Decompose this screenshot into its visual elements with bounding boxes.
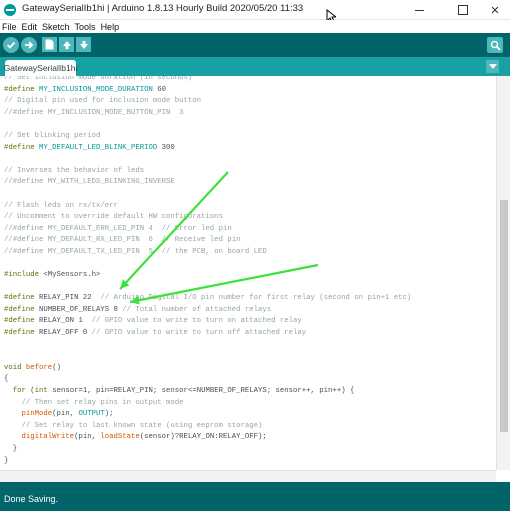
tab-menu-chevron-down-icon[interactable] (486, 60, 499, 73)
close-icon[interactable]: ✕ (478, 0, 510, 20)
new-icon[interactable] (42, 37, 57, 52)
code-line[interactable]: pinMode(pin, OUTPUT); (4, 409, 411, 421)
code-line[interactable]: #define MY_DEFAULT_LED_BLINK_PERIOD 300 (4, 143, 411, 155)
code-line[interactable]: // Then set relay pins in output mode (4, 398, 411, 410)
code-line[interactable]: } (4, 456, 411, 468)
code-line[interactable]: //#define MY_DEFAULT_TX_LED_PIN 5 // the… (4, 247, 411, 259)
code-line[interactable]: // Inverses the behavior of leds (4, 166, 411, 178)
menu-sketch[interactable]: Sketch (42, 22, 70, 32)
code-line[interactable]: ​ (4, 340, 411, 352)
code-text[interactable]: // Set inclusion mode duration (in secon… (4, 76, 411, 470)
title-bar: GatewaySerialIb1hi | Arduino 1.8.13 Hour… (0, 0, 510, 20)
code-line[interactable]: // Flash leds on rx/tx/err (4, 201, 411, 213)
window-title: GatewaySerialIb1hi | Arduino 1.8.13 Hour… (22, 3, 304, 14)
code-line[interactable]: // Uncomment to override default HW conf… (4, 212, 411, 224)
code-line[interactable]: ​ (4, 119, 411, 131)
code-line[interactable]: ​ (4, 189, 411, 201)
code-line[interactable]: // Set inclusion mode duration (in secon… (4, 76, 411, 85)
status-bar: Done Saving. (0, 482, 510, 511)
code-line[interactable]: // Set blinking period (4, 131, 411, 143)
horizontal-scrollbar[interactable] (0, 470, 496, 482)
code-editor[interactable]: // Set inclusion mode duration (in secon… (0, 76, 496, 470)
minimize-icon[interactable] (402, 0, 436, 20)
status-message: Done Saving. (4, 494, 59, 504)
arduino-app-icon (4, 4, 16, 16)
code-line[interactable]: ​ (4, 282, 411, 294)
menu-edit[interactable]: Edit (22, 22, 38, 32)
maximize-icon[interactable] (446, 0, 480, 20)
upload-icon[interactable] (21, 37, 37, 53)
code-line[interactable]: ​ (4, 351, 411, 363)
code-line[interactable]: digitalWrite(pin, loadState(sensor)?RELA… (4, 432, 411, 444)
code-line[interactable]: #define MY_INCLUSION_MODE_DURATION 60 (4, 85, 411, 97)
scrollbar-thumb[interactable] (500, 200, 508, 432)
menu-bar: File Edit Sketch Tools Help (0, 20, 510, 33)
code-line[interactable]: } (4, 444, 411, 456)
serial-monitor-icon[interactable] (487, 37, 503, 53)
menu-tools[interactable]: Tools (75, 22, 96, 32)
code-line[interactable]: // Digital pin used for inclusion mode b… (4, 96, 411, 108)
tab-gatewayserial[interactable]: GatewaySerialIb1hi (4, 60, 77, 76)
code-line[interactable]: #define RELAY_OFF 0 // GPIO value to wri… (4, 328, 411, 340)
code-line[interactable]: #define RELAY_PIN 22 // Arduino Digital … (4, 293, 411, 305)
code-line[interactable]: for (int sensor=1, pin=RELAY_PIN; sensor… (4, 386, 411, 398)
open-icon[interactable] (59, 37, 74, 52)
code-line[interactable]: ​ (4, 154, 411, 166)
tab-bar: GatewaySerialIb1hi (0, 57, 510, 76)
code-line[interactable]: //#define MY_DEFAULT_ERR_LED_PIN 4 // Er… (4, 224, 411, 236)
verify-icon[interactable] (3, 37, 19, 53)
vertical-scrollbar[interactable] (496, 76, 510, 470)
code-line[interactable]: ​ (4, 259, 411, 271)
menu-help[interactable]: Help (101, 22, 120, 32)
code-line[interactable]: //#define MY_DEFAULT_RX_LED_PIN 6 // Rec… (4, 235, 411, 247)
menu-file[interactable]: File (2, 22, 17, 32)
toolbar (0, 33, 510, 57)
code-line[interactable]: #define NUMBER_OF_RELAYS 8 // Total numb… (4, 305, 411, 317)
code-line[interactable]: //#define MY_INCLUSION_MODE_BUTTON_PIN 3 (4, 108, 411, 120)
code-line[interactable]: { (4, 374, 411, 386)
code-line[interactable]: // Set relay to last known state (using … (4, 421, 411, 433)
code-line[interactable]: #include <MySensors.h> (4, 270, 411, 282)
code-line[interactable]: //#define MY_WITH_LEDS_BLINKING_INVERSE (4, 177, 411, 189)
save-icon[interactable] (76, 37, 91, 52)
code-line[interactable]: #define RELAY_ON 1 // GPIO value to writ… (4, 316, 411, 328)
code-line[interactable]: void before() (4, 363, 411, 375)
